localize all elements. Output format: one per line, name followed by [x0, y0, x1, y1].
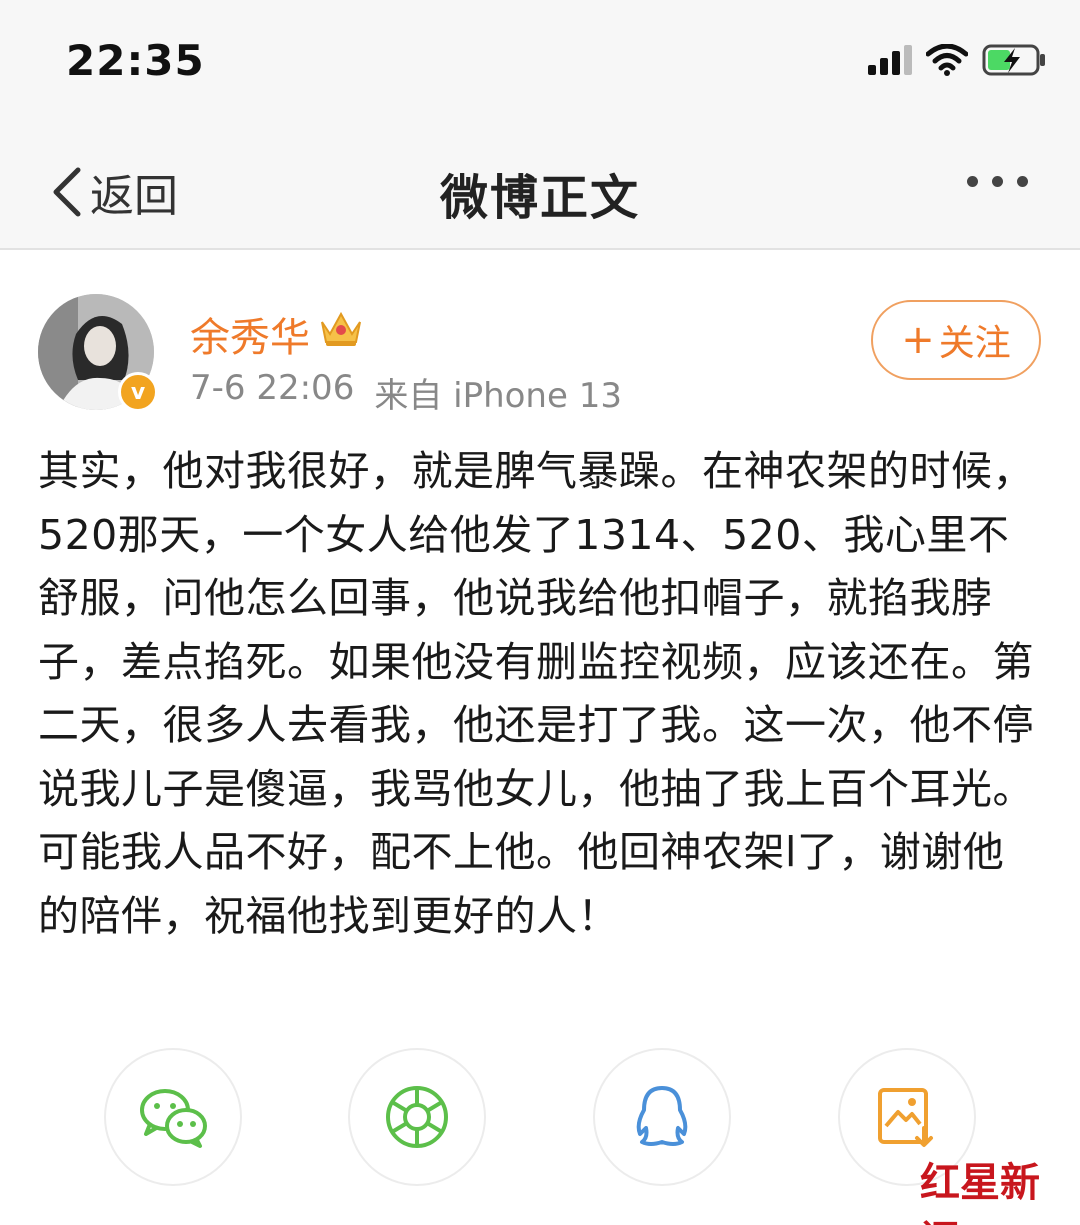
share-moments-button[interactable] — [348, 1048, 486, 1186]
post-date: 7-6 22:06 — [190, 368, 355, 408]
status-bar: 22:35 — [0, 0, 1080, 120]
follow-label: 关注 — [938, 323, 1011, 364]
qq-icon — [636, 1086, 688, 1146]
more-dot-icon — [992, 176, 1003, 187]
username[interactable]: 余秀华 — [190, 305, 310, 363]
watermark-text: 红星新闻 — [920, 1159, 1040, 1225]
cellular-signal-icon — [868, 45, 912, 75]
more-options-button[interactable] — [967, 176, 1028, 187]
more-dot-icon — [967, 176, 978, 187]
verified-badge-icon: v — [118, 372, 158, 412]
status-icons — [868, 40, 1046, 80]
plus-icon: + — [901, 317, 935, 363]
page-title: 微博正文 — [439, 170, 640, 226]
follow-button[interactable]: + 关注 — [871, 300, 1041, 380]
save-image-icon — [878, 1088, 933, 1147]
crown-icon — [321, 311, 361, 346]
post-text: 其实，他对我很好，就是脾气暴躁。在神农架的时候，520那天，一个女人给他发了13… — [38, 447, 1034, 940]
moments-icon — [386, 1086, 448, 1148]
watermark-logo: 红星新闻 — [920, 1150, 1070, 1225]
share-qq-button[interactable] — [593, 1048, 731, 1186]
more-dot-icon — [1017, 176, 1028, 187]
wifi-icon — [926, 44, 968, 76]
status-time: 22:35 — [66, 36, 205, 85]
nav-bar: 返回 微博正文 — [0, 120, 1080, 250]
share-row — [0, 1048, 1080, 1188]
wechat-icon — [140, 1089, 207, 1148]
share-wechat-button[interactable] — [104, 1048, 242, 1186]
post-source: 来自 iPhone 13 — [374, 376, 622, 416]
battery-charging-icon — [982, 44, 1045, 76]
post-meta: 7-6 22:06 来自 iPhone 13 — [190, 368, 622, 417]
